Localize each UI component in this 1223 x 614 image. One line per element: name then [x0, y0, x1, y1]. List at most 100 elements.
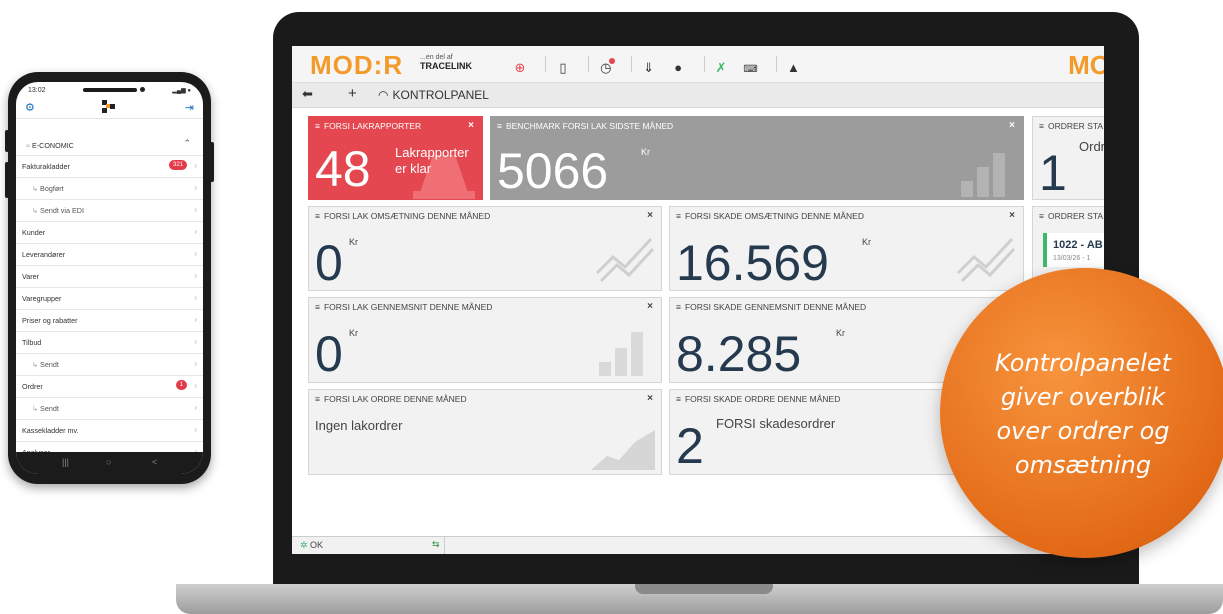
tile-value: 8.285 — [676, 326, 802, 382]
divider — [588, 56, 590, 72]
sync-icon[interactable]: ⇆ — [432, 539, 440, 550]
menu-item[interactable]: Ordrer 1 › — [16, 376, 203, 398]
tile-unit: Kr — [349, 328, 358, 338]
lifebuoy-icon[interactable]: ⊕ — [512, 60, 528, 76]
close-icon[interactable]: × — [1009, 210, 1015, 221]
tile-forsi-lakrapporter[interactable]: ≡ FORSI LAKRAPPORTER × 48 Lakrapporter er… — [308, 116, 483, 200]
tile-benchmark[interactable]: ≡ BENCHMARK FORSI LAK SIDSTE MÅNED × 5066… — [490, 116, 1024, 200]
tile-lak-ordre[interactable]: ≡ FORSI LAK ORDRE DENNE MÅNED × Ingen lak… — [308, 389, 662, 475]
promo-line: Kontrolpanelet — [994, 349, 1172, 377]
tile-lak-gennemsnit[interactable]: ≡ FORSI LAK GENNEMSNIT DENNE MÅNED × 0 Kr — [308, 297, 662, 383]
tile-title: FORSI SKADE OMSÆTNING DENNE MÅNED — [684, 211, 864, 221]
status-text: OK — [310, 540, 324, 550]
tile-skade-omsaetning[interactable]: ≡ FORSI SKADE OMSÆTNING DENNE MÅNED × 16.… — [669, 206, 1024, 291]
tool-icon[interactable]: ✗ — [713, 60, 729, 76]
divider — [545, 56, 547, 72]
divider — [444, 537, 445, 554]
tile-value: 0 — [315, 235, 343, 291]
area-chart-icon — [591, 430, 655, 470]
menu-item[interactable]: Priser og rabatter › — [16, 310, 203, 332]
close-icon[interactable]: × — [647, 393, 653, 404]
phone-camera — [140, 87, 145, 92]
chevron-right-icon: › — [194, 315, 197, 324]
download-icon[interactable]: ⇓ — [641, 60, 657, 76]
menu-icon: ≡ — [676, 394, 681, 404]
tile-title: ORDRER STA — [1047, 211, 1104, 221]
menu-item-label: Tilbud — [22, 338, 42, 347]
menu-item[interactable]: ↳ Bogført › — [16, 178, 203, 200]
add-icon[interactable]: + — [348, 85, 357, 102]
app-logo[interactable]: MOD:R — [310, 50, 403, 81]
menu-icon: ≡ — [676, 302, 681, 312]
sub-item-icon: ↳ — [32, 404, 41, 413]
menu-items: Fakturakladder 321 › ↳ Bogført › ↳ Sendt via … — [16, 156, 203, 464]
logout-icon[interactable]: ⇥ — [185, 101, 194, 114]
chat-icon[interactable]: ● — [670, 60, 686, 76]
home-icon[interactable]: ○ — [106, 457, 111, 467]
menu-item[interactable]: ↳ Sendt › — [16, 354, 203, 376]
menu-item[interactable]: Kunder › — [16, 222, 203, 244]
tile-lak-omsaetning[interactable]: ≡ FORSI LAK OMSÆTNING DENNE MÅNED × 0 Kr — [308, 206, 662, 291]
tile-value: 2 — [676, 418, 704, 474]
close-icon[interactable]: × — [468, 120, 474, 131]
logo-tagline-brand: TRACELINK — [420, 61, 472, 71]
warning-icon[interactable]: ▲ — [785, 60, 801, 76]
tile-value: 1 — [1039, 145, 1067, 200]
close-icon[interactable]: × — [647, 210, 653, 221]
menu-item[interactable]: Tilbud › — [16, 332, 203, 354]
chevron-right-icon: › — [194, 359, 197, 368]
bar-chart-icon — [961, 153, 1011, 197]
timer-icon[interactable]: ◷ — [598, 58, 615, 76]
divider — [703, 56, 705, 72]
tile-title: FORSI SKADE ORDRE DENNE MÅNED — [684, 394, 841, 404]
gauge-icon: ◠ — [378, 88, 389, 102]
menu-item-label: Kunder — [22, 228, 46, 237]
line-chart-icon — [595, 237, 655, 283]
breadcrumb[interactable]: ◠ KONTROLPANEL — [378, 88, 489, 102]
close-icon[interactable]: × — [1009, 120, 1015, 131]
line-chart-icon — [956, 237, 1016, 283]
menu-icon: ≡ — [676, 211, 681, 221]
menu-item[interactable]: Leverandører › — [16, 244, 203, 266]
chevron-right-icon: › — [194, 205, 197, 214]
tile-desc: Ingen lakordrer — [315, 418, 403, 433]
recent-apps-icon[interactable]: ||| — [62, 457, 69, 467]
menu-item[interactable]: Varegrupper › — [16, 288, 203, 310]
tile-ordrer-status-1[interactable]: ≡ORDRER STA 1 Ordre — [1032, 116, 1104, 200]
chevron-right-icon: › — [194, 381, 197, 390]
laptop-notch — [635, 584, 773, 594]
tile-unit: Kr — [862, 237, 871, 247]
phone-menu: ≈ E-CONOMIC ⌃ Fakturakladder 321 › ↳ Bogfør… — [16, 127, 203, 464]
chevron-right-icon: › — [194, 249, 197, 258]
order-card[interactable]: 1022 - AB 13/03/26 - 1 — [1043, 233, 1104, 267]
menu-item-label: Bogført — [40, 184, 64, 193]
tile-title: FORSI LAKRAPPORTER — [323, 121, 422, 131]
promo-line: omsætning — [1014, 451, 1152, 479]
menu-item-label: Sendt — [40, 360, 59, 369]
divider — [631, 56, 633, 72]
menu-item[interactable]: Kassekladder mv. › — [16, 420, 203, 442]
menu-section-e-conomic[interactable]: ≈ E-CONOMIC ⌃ — [16, 127, 203, 156]
section-label: E-CONOMIC — [31, 141, 74, 150]
tile-unit: Kr — [641, 147, 650, 157]
order-number: 1022 - AB — [1053, 239, 1103, 251]
back-arrow-icon[interactable]: ⬅ — [302, 86, 313, 102]
keyboard-icon[interactable]: ⌨ — [743, 62, 759, 78]
chevron-right-icon: › — [194, 403, 197, 412]
app-header: MOD:R ...en del af TRACELINK ⊕ ▯ ◷ ⇓ ● ✗… — [292, 46, 1104, 83]
close-icon[interactable]: × — [647, 301, 653, 312]
gear-icon[interactable]: ⚙ — [25, 101, 35, 114]
menu-item[interactable]: ↳ Sendt › — [16, 398, 203, 420]
menu-icon: ≡ — [1039, 211, 1044, 221]
sub-item-icon: ↳ — [32, 360, 41, 369]
mobile-icon[interactable]: ▯ — [555, 60, 571, 76]
menu-item[interactable]: Varer › — [16, 266, 203, 288]
chevron-right-icon: › — [194, 337, 197, 346]
menu-item-label: Priser og rabatter — [22, 316, 78, 325]
phone-status-bar: 13:02 ▂▄▆ ● — [16, 82, 203, 98]
divider — [775, 56, 777, 72]
back-icon[interactable]: < — [152, 457, 157, 467]
menu-item[interactable]: Fakturakladder 321 › — [16, 156, 203, 178]
menu-item-label: Kassekladder mv. — [22, 426, 79, 435]
menu-item[interactable]: ↳ Sendt via EDI › — [16, 200, 203, 222]
